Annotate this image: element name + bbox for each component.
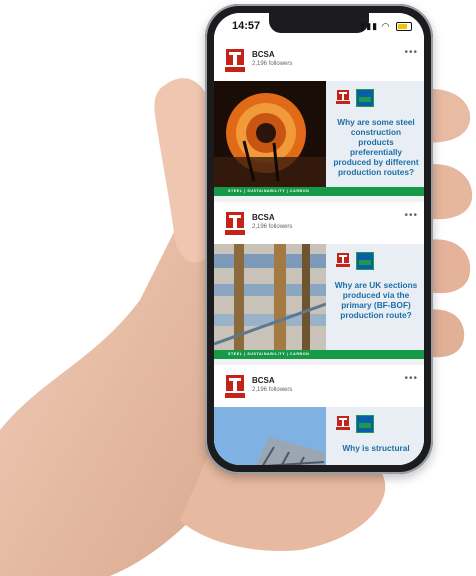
bcsa-logo-icon[interactable] [224, 47, 246, 73]
post-author[interactable]: BCSA [252, 213, 275, 222]
status-bar: 14:57 ▮▮▮ ◠ [214, 13, 424, 39]
post-headline: Why are UK sections produced via the pri… [334, 280, 418, 320]
post-banner[interactable]: Why are UK sections produced via the pri… [214, 244, 424, 359]
follower-count: 2,196 followers [252, 61, 293, 67]
tag-strip: STEEL | SUSTAINABILITY | CARBON [214, 187, 424, 196]
bcsa-logo-icon [336, 416, 350, 430]
phone-notch [269, 13, 369, 33]
follower-count: 2,196 followers [252, 387, 293, 393]
feed-post[interactable]: BCSA 2,196 followers ••• [214, 365, 424, 465]
status-time: 14:57 [232, 20, 261, 32]
post-headline: Why are some steel construction products… [333, 117, 419, 177]
steel-frame-building-image [214, 407, 326, 465]
feed[interactable]: BCSA 2,196 followers ••• Why are some st… [214, 39, 424, 465]
bcsa-logo-icon[interactable] [224, 373, 246, 399]
post-banner[interactable]: Why are some steel construction products… [214, 81, 424, 196]
post-header: BCSA 2,196 followers ••• [214, 39, 424, 81]
post-headline: Why is structural [342, 443, 410, 453]
steel-coil-image [214, 81, 326, 187]
more-options-icon[interactable]: ••• [404, 210, 418, 221]
bcsa-logo-icon [336, 90, 350, 104]
more-options-icon[interactable]: ••• [404, 47, 418, 58]
feed-post[interactable]: BCSA 2,196 followers ••• [214, 202, 424, 359]
post-header: BCSA 2,196 followers ••• [214, 365, 424, 407]
follower-count: 2,196 followers [252, 224, 293, 230]
feed-post[interactable]: BCSA 2,196 followers ••• [214, 39, 424, 196]
scene: 14:57 ▮▮▮ ◠ BCSA 2,196 followers ••• Why… [0, 0, 476, 576]
certification-badge-icon [356, 415, 374, 433]
post-author[interactable]: BCSA [252, 376, 275, 385]
wifi-icon: ◠ [381, 21, 391, 31]
phone-screen: 14:57 ▮▮▮ ◠ BCSA 2,196 followers ••• Why… [214, 13, 424, 465]
tag-strip: STEEL | SUSTAINABILITY | CARBON [214, 350, 424, 359]
post-header: BCSA 2,196 followers ••• [214, 202, 424, 244]
post-banner[interactable]: Why is structural [214, 407, 424, 465]
signal-icon: ▮▮▮ [360, 21, 379, 31]
phone-frame: 14:57 ▮▮▮ ◠ BCSA 2,196 followers ••• Why… [205, 4, 433, 474]
status-icons: ▮▮▮ ◠ [360, 21, 412, 32]
post-author[interactable]: BCSA [252, 50, 275, 59]
certification-badge-icon [356, 89, 374, 107]
post-banner-text-panel: Why is structural [326, 407, 424, 465]
certification-badge-icon [356, 252, 374, 270]
steel-sections-image [214, 244, 326, 350]
post-banner-text-panel: Why are some steel construction products… [326, 81, 424, 187]
post-banner-text-panel: Why are UK sections produced via the pri… [326, 244, 424, 350]
bcsa-logo-icon[interactable] [224, 210, 246, 236]
post-tags: STEEL | SUSTAINABILITY | CARBON [228, 352, 310, 356]
battery-icon [396, 22, 412, 32]
more-options-icon[interactable]: ••• [404, 373, 418, 384]
post-tags: STEEL | SUSTAINABILITY | CARBON [228, 189, 310, 193]
bcsa-logo-icon [336, 253, 350, 267]
